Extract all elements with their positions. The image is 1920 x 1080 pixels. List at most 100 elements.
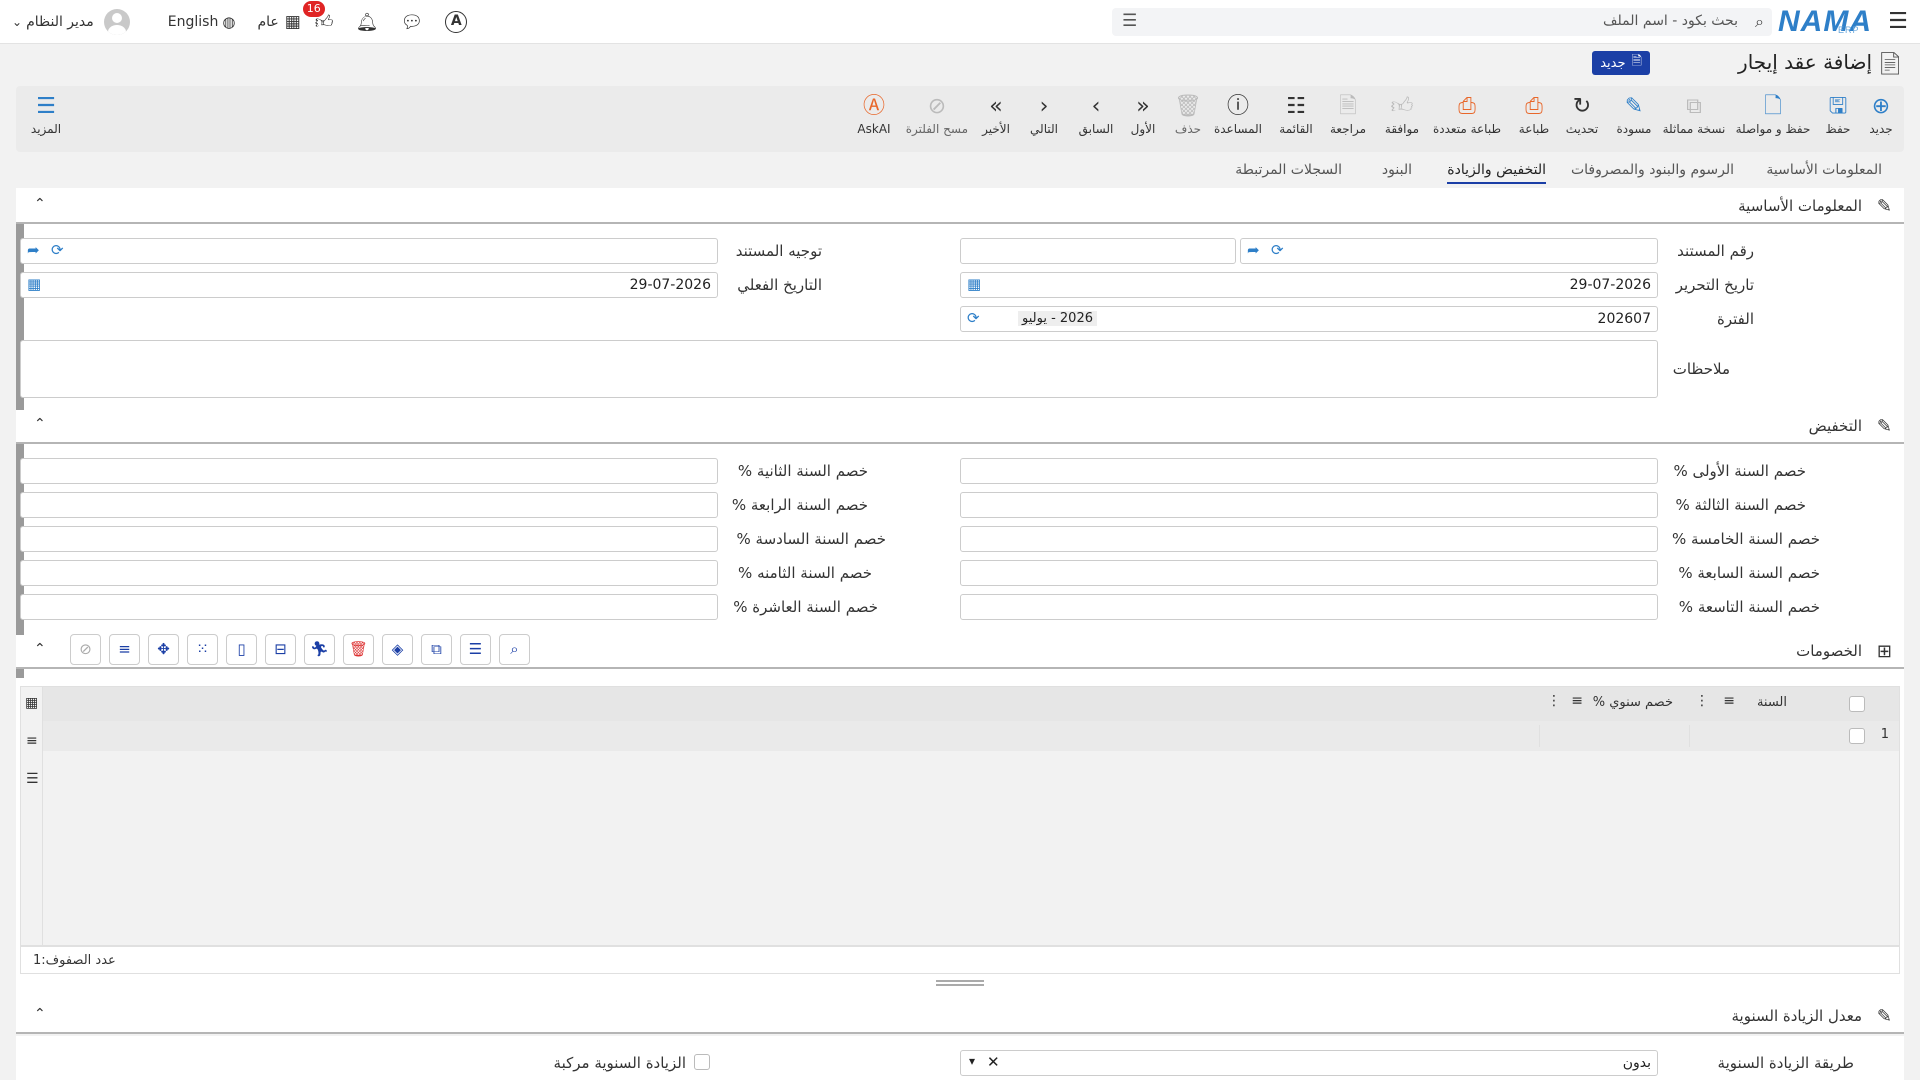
copy-icon[interactable]: ⧉ [421, 634, 452, 665]
search-refresh-icon[interactable]: ⟳ [51, 241, 64, 259]
duplicate-button[interactable]: ⧉ نسخة مماثلة [1660, 94, 1728, 148]
sort-lines-icon[interactable]: ☰ [460, 634, 491, 665]
ai-assistant-icon[interactable]: A [445, 11, 468, 33]
discount-year-4-input[interactable] [20, 492, 718, 518]
resize-handle[interactable] [936, 980, 984, 986]
calendar-icon[interactable]: ▦ [967, 275, 981, 293]
filter-icon[interactable]: ☰ [1122, 11, 1137, 31]
compound-increase-checkbox[interactable] [694, 1054, 710, 1070]
bell-icon[interactable]: 🔔︎ [356, 12, 379, 33]
actual-date-input[interactable]: 29-07-2026 ▦ [20, 272, 718, 298]
table-icon[interactable]: ⊟ [265, 634, 296, 665]
multi-print-button[interactable]: ⎙ طباعة متعددة [1430, 94, 1504, 148]
column-filter-icon[interactable]: ≡ [1571, 693, 1583, 709]
share-icon[interactable]: ➦ [1247, 241, 1260, 259]
draft-button[interactable]: ✎ مسودة [1612, 94, 1656, 148]
previous-button[interactable]: › السابق [1076, 94, 1116, 148]
search-box[interactable]: ⌕ بحث بكود - اسم الملف ☰ [1112, 8, 1772, 36]
review-button[interactable]: 🗎 مراجعة [1326, 94, 1370, 148]
search-input[interactable]: بحث بكود - اسم الملف [1603, 13, 1738, 29]
more-button[interactable]: ☰ المزيد [26, 94, 66, 148]
doc-direction-input[interactable]: ➦ ⟳ [20, 238, 718, 264]
filter-icon[interactable]: ≡ [109, 634, 140, 665]
dots-grid-icon[interactable]: ⁙ [187, 634, 218, 665]
tab-discount-increase[interactable]: التخفيض والزيادة [1447, 162, 1546, 184]
increase-method-select[interactable]: بدون ✕ ▾ [960, 1050, 1658, 1076]
chevron-down-icon[interactable]: ▾ [969, 1054, 975, 1068]
zoom-search-icon[interactable]: ⌕ [499, 634, 530, 665]
chat-icon[interactable]: 💬︎ [400, 12, 423, 33]
column-menu-icon[interactable]: ⋮ [1547, 693, 1561, 709]
cell-annual-discount[interactable] [1539, 725, 1689, 747]
discount-year-3-input[interactable] [960, 492, 1658, 518]
column-header-year[interactable]: السنة [1757, 695, 1787, 710]
tab-fees-items[interactable]: الرسوم والبنود والمصروفات [1571, 162, 1734, 178]
discount-year-2-input[interactable] [20, 458, 718, 484]
section-annual-increase[interactable]: ✎ معدل الزيادة السنوية ⌃ [16, 1000, 1904, 1034]
user-name[interactable]: مدير النظام [26, 14, 94, 30]
discount-year-5-input[interactable] [960, 526, 1658, 552]
doc-number-input[interactable]: ➦ ⟳ [1240, 238, 1658, 264]
columns-icon[interactable]: ▦ [25, 695, 38, 711]
chevron-down-icon[interactable]: ⌄ [12, 15, 22, 29]
move-icon[interactable]: ✥ [148, 634, 179, 665]
search-refresh-icon[interactable]: ⟳ [1271, 241, 1284, 259]
building-icon[interactable]: ▦ [285, 12, 301, 32]
row-checkbox[interactable] [1849, 728, 1865, 744]
section-basic-info[interactable]: ✎ المعلومات الأساسية ⌃ [16, 190, 1904, 224]
discount-year-9-input[interactable] [960, 594, 1658, 620]
next-button[interactable]: ‹ التالي [1026, 94, 1062, 148]
tab-related-records[interactable]: السجلات المرتبطة [1235, 162, 1342, 178]
last-button[interactable]: » الأخير [978, 94, 1014, 148]
save-button[interactable]: 🖫 حفظ [1818, 94, 1858, 148]
chevron-up-icon[interactable]: ⌃ [34, 196, 46, 212]
period-input[interactable]: 202607 2026 - يوليو ⟳ [960, 306, 1658, 332]
logo[interactable]: NAMA ERP [1778, 5, 1872, 39]
chevron-up-icon[interactable]: ⌃ [34, 641, 46, 657]
language-switch[interactable]: English [168, 14, 219, 30]
discount-year-10-input[interactable] [20, 594, 718, 620]
edit-date-input[interactable]: 29-07-2026 ▦ [960, 272, 1658, 298]
save-continue-button[interactable]: 🗋 حفظ و مواصلة [1732, 94, 1814, 148]
clear-filter-icon[interactable]: ⊘ [70, 634, 101, 665]
notes-textarea[interactable] [20, 340, 1658, 398]
share-icon[interactable]: ➦ [27, 241, 40, 259]
tab-basic-info[interactable]: المعلومات الأساسية [1766, 162, 1882, 178]
clear-icon[interactable]: ✕ [987, 1053, 1000, 1071]
filter-icon[interactable]: ≡ [26, 733, 38, 749]
likes-icon[interactable]: 👍︎ 16 [302, 1, 334, 33]
approve-button[interactable]: 👍︎ موافقة [1380, 94, 1424, 148]
globe-icon[interactable]: ◍ [222, 13, 235, 31]
chevron-up-icon[interactable]: ⌃ [34, 1006, 46, 1022]
avatar[interactable] [103, 9, 130, 35]
first-button[interactable]: «الأول [1126, 94, 1160, 148]
new-button[interactable]: ⊕ جديد [1858, 94, 1904, 148]
refresh-button[interactable]: ↻ تحديث [1562, 94, 1602, 148]
clear-filter-button[interactable]: ⊘ مسح الفلترة [906, 94, 968, 148]
scope-label[interactable]: عام [257, 14, 278, 30]
layers-icon[interactable]: ◈ [382, 634, 413, 665]
search-refresh-icon[interactable]: ⟳ [967, 309, 980, 327]
print-button[interactable]: ⎙ طباعة [1514, 94, 1554, 148]
cell-year[interactable] [1689, 725, 1839, 747]
menu-icon[interactable]: ☰ [1886, 10, 1910, 34]
tab-items[interactable]: البنود [1382, 162, 1412, 178]
list-button[interactable]: ☷ القائمة [1274, 94, 1318, 148]
column-menu-icon[interactable]: ⋮ [1695, 693, 1709, 709]
section-discount[interactable]: ✎ التخفيض ⌃ [16, 410, 1904, 444]
discount-year-8-input[interactable] [20, 560, 718, 586]
chevron-up-icon[interactable]: ⌃ [34, 416, 46, 432]
discount-year-6-input[interactable] [20, 526, 718, 552]
table-row[interactable]: 1 [43, 721, 1899, 751]
select-all-checkbox[interactable] [1849, 696, 1865, 712]
delete-button[interactable]: 🗑︎ حذف [1172, 94, 1204, 148]
calendar-icon[interactable]: ▦ [27, 275, 41, 293]
column-header-annual-discount[interactable]: خصم سنوي % [1593, 695, 1673, 710]
askai-button[interactable]: Ⓐ AskAI [854, 94, 894, 148]
discount-year-1-input[interactable] [960, 458, 1658, 484]
fit-columns-icon[interactable]: ▯ [226, 634, 257, 665]
run-icon[interactable]: 🏃︎ [304, 634, 335, 665]
list-icon[interactable]: ☰ [26, 771, 39, 787]
help-button[interactable]: ⓘ المساعدة [1210, 94, 1266, 148]
trash-icon[interactable]: 🗑︎ [343, 634, 374, 665]
